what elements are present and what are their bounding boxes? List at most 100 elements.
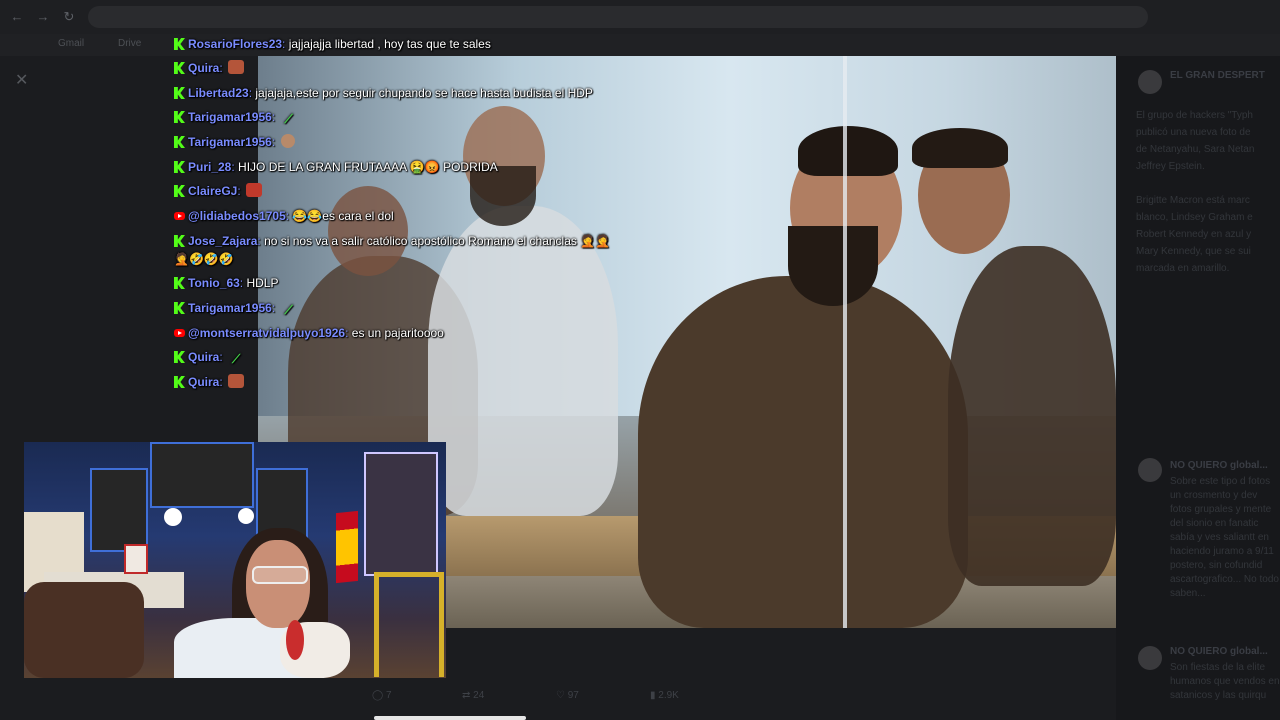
devil-emote-icon bbox=[246, 183, 263, 197]
reply-count-value: 7 bbox=[385, 690, 392, 701]
face-emote-icon bbox=[228, 374, 245, 388]
post-line: publicó una nueva foto de bbox=[1136, 127, 1251, 138]
chat-username[interactable]: Quira bbox=[188, 61, 219, 75]
kick-badge-icon bbox=[174, 161, 185, 173]
kick-badge-icon bbox=[174, 235, 185, 247]
forward-icon[interactable]: → bbox=[36, 10, 50, 24]
chat-text: no si nos va a salir católico apostólico… bbox=[264, 234, 611, 248]
cam-acoustic-panel bbox=[150, 442, 254, 508]
author-name[interactable]: EL GRAN DESPERT bbox=[1170, 70, 1265, 81]
kick-badge-icon bbox=[174, 38, 185, 50]
chat-text: 🤦🤣🤣🤣 bbox=[174, 252, 234, 266]
cam-light bbox=[164, 508, 182, 526]
chat-username[interactable]: Quira bbox=[188, 350, 219, 364]
chat-message: Tarigamar1956: ⟋ bbox=[174, 109, 297, 126]
like-count-value: 97 bbox=[567, 690, 579, 701]
reply-avatar[interactable] bbox=[1138, 646, 1162, 670]
reply-author[interactable]: NO QUIERO global... bbox=[1170, 646, 1268, 657]
chat-username[interactable]: Quira bbox=[188, 375, 219, 389]
chat-username[interactable]: Puri_28 bbox=[188, 160, 231, 174]
chat-text: jajjajajja libertad , hoy tas que te sal… bbox=[288, 37, 491, 51]
kick-badge-icon bbox=[174, 185, 185, 197]
youtube-badge-icon bbox=[174, 329, 185, 337]
address-bar[interactable] bbox=[88, 6, 1148, 28]
youtube-badge-icon bbox=[174, 212, 185, 220]
chat-username[interactable]: ClaireGJ bbox=[188, 184, 237, 198]
chat-message: Quira: bbox=[174, 60, 245, 76]
hand-emote-icon bbox=[280, 134, 295, 148]
kick-badge-icon bbox=[174, 277, 185, 289]
retweet-count[interactable]: ⇄ 24 bbox=[462, 690, 484, 701]
chat-message: Quira: bbox=[174, 374, 245, 390]
reply-author[interactable]: NO QUIERO global... bbox=[1170, 460, 1268, 471]
cam-spain-flag bbox=[336, 510, 358, 584]
kick-badge-icon bbox=[174, 62, 185, 74]
cam-streamer-face bbox=[246, 540, 310, 628]
photo-person-main bbox=[638, 276, 968, 628]
chat-text: jajajaja,este por seguir chupando se hac… bbox=[255, 86, 593, 100]
view-count[interactable]: ▮ 2.9K bbox=[650, 690, 679, 701]
post-line: Mary Kennedy, que se sui bbox=[1136, 246, 1251, 257]
reply-count[interactable]: ◯ 7 bbox=[372, 690, 392, 701]
chat-text: es un pajaritoooo bbox=[351, 326, 444, 340]
photo-person-middle bbox=[428, 206, 618, 516]
close-icon[interactable]: ✕ bbox=[15, 70, 28, 90]
author-avatar[interactable] bbox=[1138, 70, 1162, 94]
view-count-value: 2.9K bbox=[658, 690, 679, 701]
chat-text: HIJO DE LA GRAN FRUTAAAA 🤮😡 PODRIDA bbox=[238, 160, 498, 174]
kick-badge-icon bbox=[174, 351, 185, 363]
reload-icon[interactable]: ↻ bbox=[62, 10, 76, 24]
back-icon[interactable]: ← bbox=[10, 10, 24, 24]
photo-beard-middle bbox=[470, 166, 536, 226]
chat-message: Quira: ⟋ bbox=[174, 349, 244, 366]
chat-username[interactable]: @montserratvidalpuyo1926 bbox=[188, 326, 345, 340]
feed-panel: EL GRAN DESPERT El grupo de hackers "Typ… bbox=[1116, 56, 1280, 720]
cam-light bbox=[238, 508, 254, 524]
reply-line: saben... bbox=[1170, 588, 1206, 599]
chat-message: ClaireGJ: bbox=[174, 183, 263, 199]
like-count[interactable]: ♡ 97 bbox=[556, 690, 579, 701]
chat-message: RosarioFlores23: jajjajajja libertad , h… bbox=[174, 36, 491, 52]
post-line: Brigitte Macron está marc bbox=[1136, 195, 1250, 206]
reply-line: satanicos y las quirqu bbox=[1170, 690, 1267, 701]
chat-username[interactable]: Tarigamar1956 bbox=[188, 301, 272, 315]
reply-avatar[interactable] bbox=[1138, 458, 1162, 482]
cam-yellow-chair bbox=[374, 572, 444, 677]
chat-message: Tarigamar1956: ⟋ bbox=[174, 300, 297, 317]
reply-line: Sobre este tipo d fotos bbox=[1170, 476, 1271, 487]
toolbar: ← → ↻ bbox=[0, 0, 1280, 34]
chat-text: HDLP bbox=[246, 276, 279, 290]
chat-username[interactable]: @lidiabedos1705 bbox=[188, 209, 286, 223]
like-icon: ♡ bbox=[556, 690, 568, 701]
webcam-overlay bbox=[24, 442, 446, 678]
photo-hair-right bbox=[912, 128, 1008, 168]
chat-username[interactable]: Jose_Zajara bbox=[188, 234, 257, 248]
bookmark-drive[interactable]: Drive bbox=[118, 38, 141, 49]
kick-badge-icon bbox=[174, 136, 185, 148]
pickle-emote-icon: ⟋ bbox=[284, 303, 293, 317]
chat-username[interactable]: RosarioFlores23 bbox=[188, 37, 282, 51]
chat-message: Libertad23: jajajaja,este por seguir chu… bbox=[174, 85, 593, 101]
reply-line: postero, sin cofundid bbox=[1170, 560, 1263, 571]
chat-username[interactable]: Tarigamar1956 bbox=[188, 110, 272, 124]
post-line: Jeffrey Epstein. bbox=[1136, 161, 1205, 172]
pickle-emote-icon: ⟋ bbox=[284, 112, 293, 126]
reply-line: Son fiestas de la elite bbox=[1170, 662, 1266, 673]
kick-badge-icon bbox=[174, 376, 185, 388]
horizontal-scrollbar[interactable] bbox=[374, 716, 526, 720]
post-line: marcada en amarillo. bbox=[1136, 263, 1230, 274]
cam-shelf bbox=[364, 452, 438, 576]
cam-sofa bbox=[24, 582, 144, 678]
cam-acoustic-panel bbox=[90, 468, 148, 552]
post-line: Robert Kennedy en azul y bbox=[1136, 229, 1252, 240]
post-line: blanco, Lindsey Graham e bbox=[1136, 212, 1253, 223]
reply-line: haciendo juramo a 9/11 bbox=[1170, 546, 1274, 557]
bookmark-gmail[interactable]: Gmail bbox=[58, 38, 84, 49]
cam-photo-frame bbox=[124, 544, 148, 574]
chat-username[interactable]: Libertad23 bbox=[188, 86, 249, 100]
chat-username[interactable]: Tarigamar1956 bbox=[188, 135, 272, 149]
chat-username[interactable]: Tonio_63 bbox=[188, 276, 240, 290]
kick-badge-icon bbox=[174, 111, 185, 123]
chat-text: 😂😂es cara el dol bbox=[292, 209, 394, 223]
chat-message: Jose_Zajara: no si nos va a salir católi… bbox=[174, 233, 610, 249]
